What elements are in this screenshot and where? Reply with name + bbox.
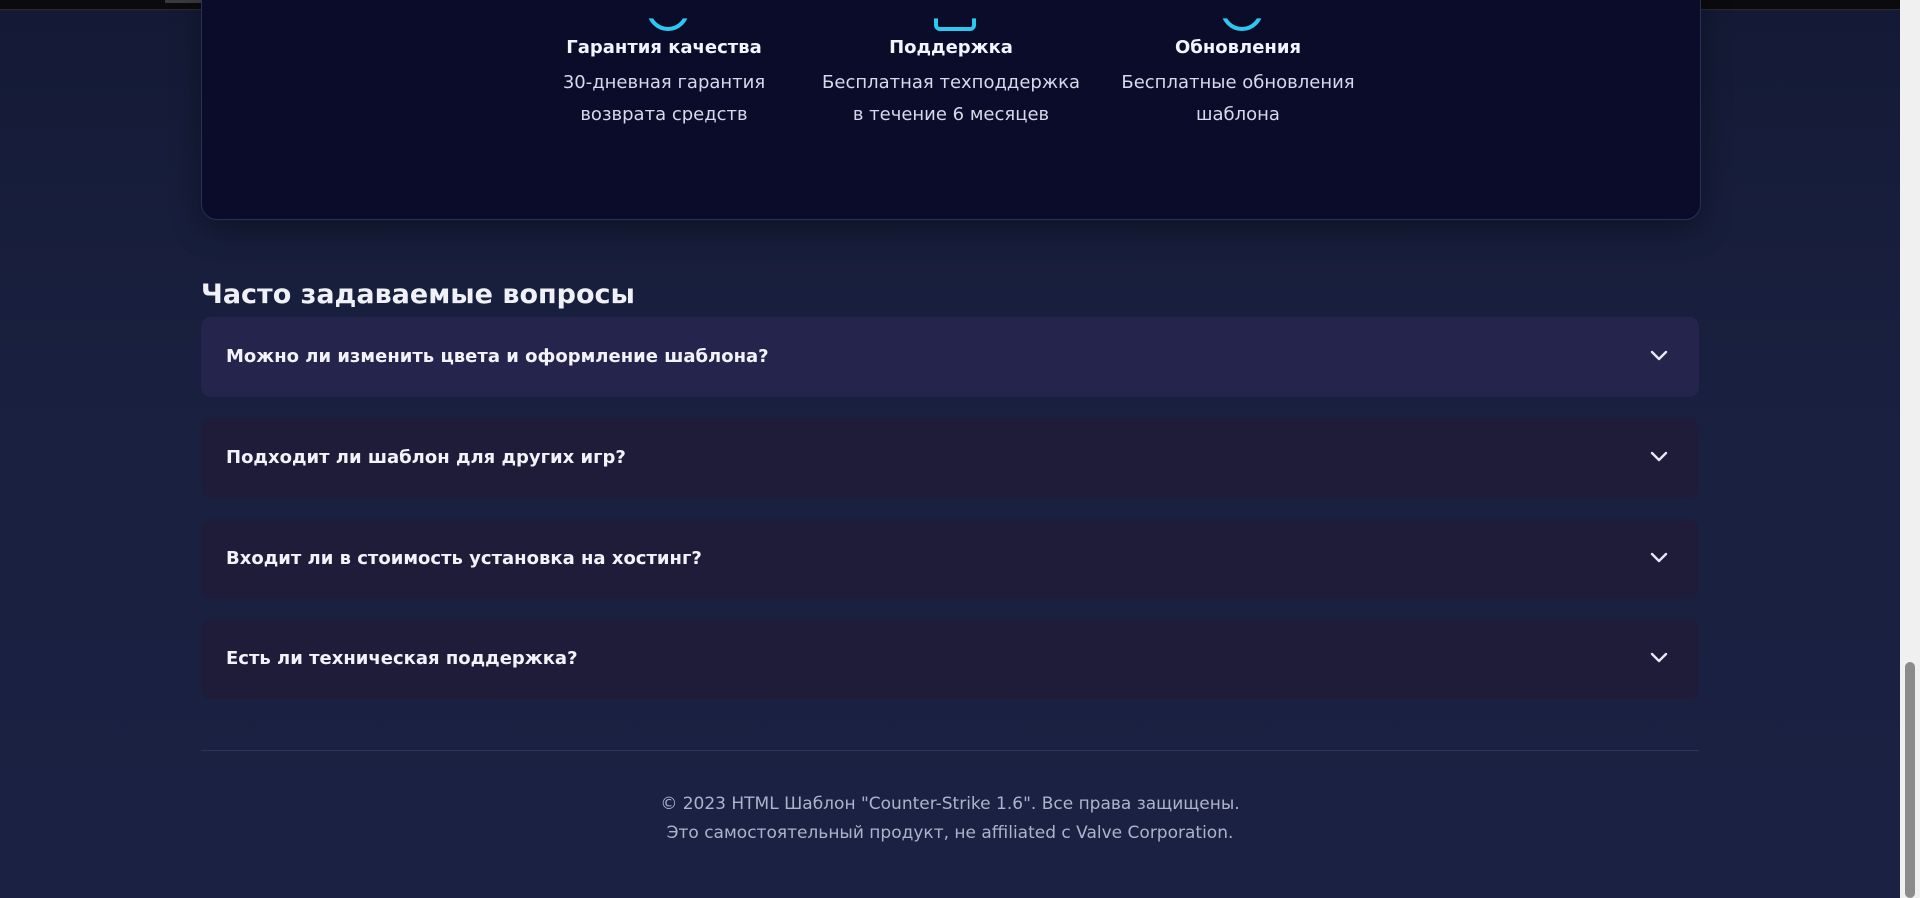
chevron-down-icon[interactable] — [1649, 446, 1669, 466]
feature-desc-line: в течение 6 месяцев — [852, 104, 1050, 125]
feature-description: Бесплатные обновления шаблона — [1108, 67, 1368, 131]
faq-question: Подходит ли шаблон для других игр? — [226, 447, 626, 468]
feature-description: 30-дневная гарантия возврата средств — [534, 67, 794, 131]
shield-check-icon — [647, 18, 689, 31]
faq-item[interactable]: Можно ли изменить цвета и оформление шаб… — [201, 317, 1699, 397]
faq-question: Можно ли изменить цвета и оформление шаб… — [226, 346, 769, 367]
footer-divider — [201, 750, 1699, 751]
faq-question: Есть ли техническая поддержка? — [226, 648, 578, 669]
feature-title: Гарантия качества — [566, 37, 762, 58]
feature-quality: Гарантия качества 30-дневная гарантия во… — [534, 18, 794, 131]
faq-question: Входит ли в стоимость установка на хости… — [226, 548, 702, 569]
feature-desc-line: возврата средств — [580, 104, 748, 125]
scrollbar-thumb[interactable] — [1905, 662, 1915, 898]
feature-desc-line: 30-дневная гарантия — [562, 72, 766, 93]
headset-icon — [934, 18, 976, 31]
footer-disclaimer: Это самостоятельный продукт, не affiliat… — [666, 823, 1234, 843]
feature-desc-line: шаблона — [1196, 104, 1280, 125]
feature-desc-line: Бесплатные обновления — [1121, 72, 1355, 93]
faq-item[interactable]: Входит ли в стоимость установка на хости… — [201, 519, 1699, 599]
chevron-down-icon[interactable] — [1649, 547, 1669, 567]
chevron-down-icon[interactable] — [1649, 647, 1669, 667]
refresh-icon — [1221, 18, 1263, 31]
chevron-down-icon[interactable] — [1649, 345, 1669, 365]
footer-copyright: © 2023 HTML Шаблон "Counter-Strike 1.6".… — [660, 794, 1240, 814]
feature-description: Бесплатная техподдержка в течение 6 меся… — [821, 67, 1081, 131]
features-card: Гарантия качества 30-дневная гарантия во… — [201, 0, 1701, 220]
feature-title: Поддержка — [889, 37, 1013, 58]
vertical-scrollbar[interactable] — [1900, 0, 1920, 898]
feature-updates: Обновления Бесплатные обновления шаблона — [1108, 18, 1368, 131]
faq-item[interactable]: Подходит ли шаблон для других игр? — [201, 418, 1699, 498]
faq-title: Часто задаваемые вопросы — [201, 279, 635, 310]
feature-desc-line: Бесплатная техподдержка — [822, 72, 1080, 93]
feature-support: Поддержка Бесплатная техподдержка в тече… — [821, 18, 1081, 131]
faq-item[interactable]: Есть ли техническая поддержка? — [201, 619, 1699, 699]
feature-title: Обновления — [1174, 37, 1302, 58]
